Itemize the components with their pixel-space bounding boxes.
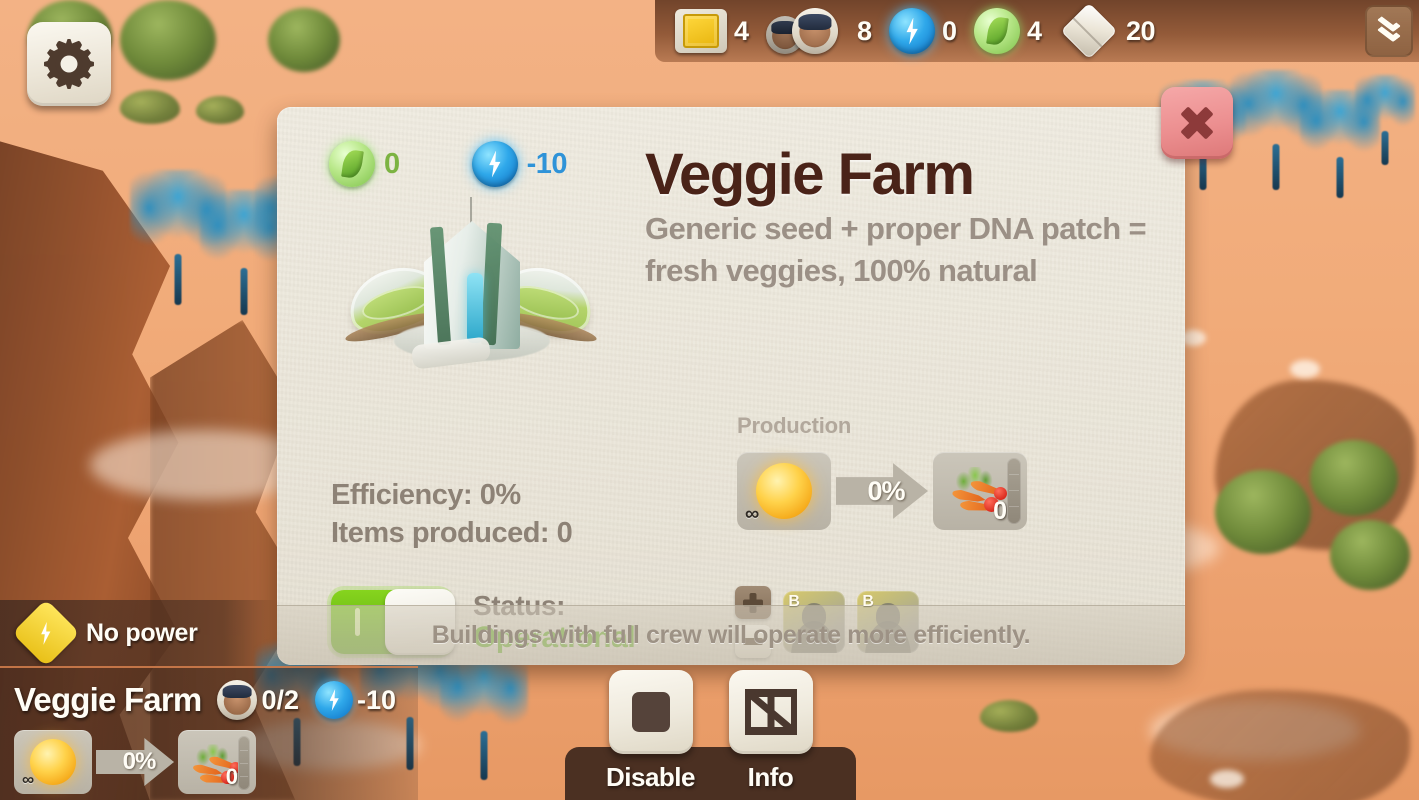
top-resource-bar: 4 8 0 4 20 bbox=[655, 0, 1419, 62]
selected-building-power-value: -10 bbox=[357, 684, 397, 715]
page-title: Veggie Farm bbox=[645, 142, 975, 207]
no-power-text: No power bbox=[86, 618, 198, 647]
info-button[interactable]: Info bbox=[721, 670, 821, 793]
colonist-icon bbox=[217, 680, 258, 720]
foliage bbox=[1215, 470, 1311, 554]
production-rate-value: 0% bbox=[867, 475, 905, 506]
settings-button[interactable] bbox=[27, 22, 111, 106]
dialog-footer: Buildings with full crew will operate mo… bbox=[277, 605, 1185, 665]
foliage bbox=[268, 8, 340, 72]
resource-bio[interactable]: 4 bbox=[968, 8, 1051, 54]
alien-tree bbox=[440, 650, 528, 780]
selected-building-panel: Veggie Farm 0/2 -10 ∞ 0% 0 bbox=[0, 666, 418, 800]
building-illustration bbox=[341, 191, 602, 371]
resource-colonists-value: 8 bbox=[857, 15, 872, 46]
production-input-amount: ∞ bbox=[745, 503, 760, 525]
disable-button-label: Disable bbox=[606, 762, 696, 792]
production-output-slot[interactable]: 0 bbox=[178, 730, 256, 794]
production-input-slot[interactable]: ∞ bbox=[14, 730, 92, 794]
building-power-value: -10 bbox=[526, 147, 568, 180]
ground-detail bbox=[1210, 770, 1244, 788]
close-x-icon bbox=[1178, 104, 1216, 142]
foliage bbox=[1330, 520, 1410, 590]
production-rate-value: 0% bbox=[122, 748, 157, 775]
chevron-double-down-icon bbox=[1376, 13, 1402, 43]
building-info-dialog: 0 -10 Veggie Farm Generic seed + proper … bbox=[277, 87, 1233, 665]
ground-detail bbox=[1290, 360, 1320, 378]
chip-icon bbox=[675, 9, 727, 53]
resource-chips-value: 4 bbox=[734, 15, 749, 46]
production-label: Production bbox=[737, 413, 852, 438]
power-icon bbox=[471, 141, 518, 187]
game-screen: 4 8 0 4 20 0 -10 Veggie Farm Generic see… bbox=[0, 0, 1419, 800]
resource-chips[interactable]: 4 bbox=[669, 9, 758, 53]
collapse-topbar-button[interactable] bbox=[1365, 5, 1413, 57]
no-power-warning: No power bbox=[0, 599, 280, 667]
resource-crystal[interactable]: 20 bbox=[1053, 2, 1161, 60]
building-description: Generic seed + proper DNA patch = fresh … bbox=[645, 211, 1147, 288]
rock-formation bbox=[1150, 690, 1410, 800]
output-storage-bar bbox=[238, 736, 250, 790]
resource-colonists[interactable]: 8 bbox=[760, 8, 881, 54]
bio-leaf-icon bbox=[974, 8, 1020, 54]
production-rate-arrow: 0% bbox=[836, 462, 928, 520]
crew-slot-grade: B bbox=[862, 593, 874, 611]
resource-bio-value: 4 bbox=[1027, 15, 1042, 46]
production-rate-arrow: 0% bbox=[96, 737, 174, 787]
selected-building-crew-value: 0/2 bbox=[261, 684, 299, 715]
power-icon bbox=[315, 681, 353, 719]
power-warning-icon bbox=[12, 599, 80, 667]
foliage bbox=[1310, 440, 1398, 516]
crew-slot-grade: B bbox=[788, 593, 800, 611]
crate-icon bbox=[728, 670, 813, 754]
production-chain: ∞ 0% 0 bbox=[737, 452, 1155, 530]
production-output-amount: 0 bbox=[993, 497, 1007, 525]
production-input-slot[interactable]: ∞ bbox=[737, 452, 831, 530]
building-bio-stat: 0 bbox=[329, 141, 400, 187]
foliage bbox=[120, 90, 180, 124]
building-bio-value: 0 bbox=[384, 147, 400, 180]
gear-icon bbox=[44, 39, 94, 89]
selected-building-crew: 0/2 bbox=[217, 680, 299, 720]
stop-square-icon bbox=[608, 670, 693, 754]
sun-orb-icon bbox=[30, 739, 76, 785]
bio-leaf-icon bbox=[329, 141, 375, 187]
power-icon bbox=[889, 8, 935, 54]
building-header-stats: 0 -10 bbox=[307, 141, 637, 187]
sun-orb-icon bbox=[756, 463, 812, 519]
foliage bbox=[196, 96, 244, 124]
resource-crystal-value: 20 bbox=[1126, 15, 1156, 46]
alien-tree bbox=[1355, 75, 1415, 165]
info-button-label: Info bbox=[747, 762, 794, 792]
foliage bbox=[980, 700, 1038, 732]
resource-power-value: 0 bbox=[942, 15, 957, 46]
resource-power[interactable]: 0 bbox=[883, 8, 966, 54]
building-power-stat: -10 bbox=[471, 141, 568, 187]
action-buttons: Disable Info bbox=[565, 670, 856, 793]
colonist-icon bbox=[766, 8, 850, 54]
production-output-slot[interactable]: 0 bbox=[933, 452, 1027, 530]
disable-button[interactable]: Disable bbox=[601, 670, 701, 793]
close-dialog-button[interactable] bbox=[1161, 87, 1233, 159]
selected-building-name: Veggie Farm bbox=[14, 681, 202, 718]
foliage bbox=[120, 0, 216, 80]
footer-tip-text: Buildings with full crew will operate mo… bbox=[431, 621, 1031, 649]
production-input-amount: ∞ bbox=[22, 770, 35, 789]
efficiency-text: Efficiency: 0% bbox=[331, 479, 521, 511]
selected-building-power: -10 bbox=[315, 681, 396, 719]
items-produced-text: Items produced: 0 bbox=[331, 516, 573, 549]
selected-building-production-chain: ∞ 0% 0 bbox=[14, 730, 418, 794]
output-storage-bar bbox=[1007, 458, 1021, 524]
production-output-amount: 0 bbox=[225, 764, 238, 789]
crystal-icon bbox=[1059, 2, 1119, 60]
